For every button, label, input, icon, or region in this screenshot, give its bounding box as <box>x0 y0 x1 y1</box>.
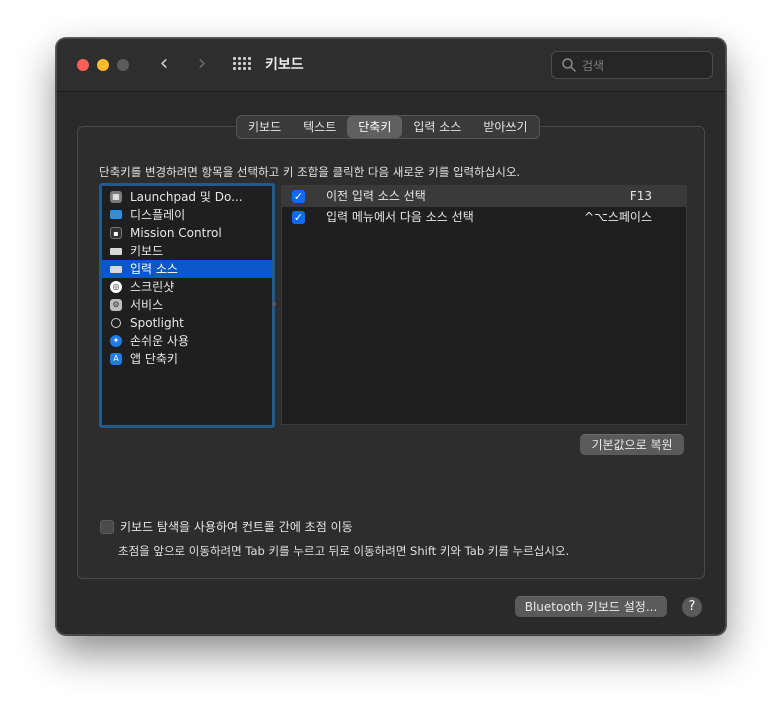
tab-keyboard[interactable]: 키보드 <box>237 116 292 138</box>
spotlight-icon <box>111 318 121 328</box>
show-all-grid-icon[interactable] <box>233 57 251 73</box>
category-launchpad[interactable]: ▦ Launchpad 및 Do... <box>102 188 272 206</box>
shortcut-row[interactable]: ✓ 이전 입력 소스 선택 F13 <box>282 186 686 207</box>
help-button[interactable]: ? <box>682 597 702 617</box>
shortcut-table: ✓ 이전 입력 소스 선택 F13 ✓ 입력 메뉴에서 다음 소스 선택 ^⌥스… <box>281 185 687 425</box>
category-input-sources[interactable]: 입력 소스 <box>102 260 272 278</box>
accessibility-icon: ✦ <box>110 335 122 347</box>
tab-shortcuts[interactable]: 단축키 <box>347 116 403 138</box>
category-services[interactable]: ⚙ 서비스 <box>102 296 272 314</box>
keyboard-navigation-label: 키보드 탐색을 사용하여 컨트롤 간에 초점 이동 <box>120 520 353 534</box>
shortcut-enabled-checkbox[interactable]: ✓ <box>292 190 305 203</box>
gear-icon: ⚙ <box>110 299 122 311</box>
zoom-window-button[interactable] <box>117 59 129 71</box>
forward-arrow-icon[interactable]: › <box>191 53 213 75</box>
mission-control-icon: ▪ <box>110 227 122 239</box>
shortcut-enabled-checkbox[interactable]: ✓ <box>292 211 305 224</box>
close-window-button[interactable] <box>77 59 89 71</box>
search-icon <box>562 58 576 72</box>
category-keyboard[interactable]: 키보드 <box>102 242 272 260</box>
minimize-window-button[interactable] <box>97 59 109 71</box>
category-accessibility[interactable]: ✦ 손쉬운 사용 <box>102 332 272 350</box>
restore-defaults-button[interactable]: 기본값으로 복원 <box>580 434 684 455</box>
launchpad-icon: ▦ <box>110 191 122 203</box>
shortcut-row[interactable]: ✓ 입력 메뉴에서 다음 소스 선택 ^⌥스페이스 <box>282 207 686 228</box>
tab-dictation[interactable]: 받아쓰기 <box>472 116 538 138</box>
keyboard-icon <box>110 248 122 255</box>
instruction-text: 단축키를 변경하려면 항목을 선택하고 키 조합을 클릭한 다음 새로운 키를 … <box>99 165 521 179</box>
titlebar: ‹ › 키보드 <box>57 39 725 92</box>
keyboard-navigation-checkbox[interactable] <box>100 520 114 534</box>
category-display[interactable]: 디스플레이 <box>102 206 272 224</box>
screenshot-icon: ◎ <box>110 281 122 293</box>
category-screenshot[interactable]: ◎ 스크린샷 <box>102 278 272 296</box>
search-field[interactable] <box>551 51 713 79</box>
shortcut-label: 입력 메뉴에서 다음 소스 선택 <box>326 210 474 224</box>
bluetooth-keyboard-setup-button[interactable]: Bluetooth 키보드 설정... <box>515 596 667 617</box>
search-input[interactable] <box>580 56 704 76</box>
display-icon <box>110 210 122 219</box>
category-app-shortcuts[interactable]: A 앱 단축키 <box>102 350 272 368</box>
window-title: 키보드 <box>265 57 304 73</box>
category-mission-control[interactable]: ▪ Mission Control <box>102 224 272 242</box>
tab-input-sources[interactable]: 입력 소스 <box>402 116 472 138</box>
back-arrow-icon[interactable]: ‹ <box>153 53 175 75</box>
shortcut-category-list[interactable]: ▦ Launchpad 및 Do... 디스플레이 ▪ Mission Cont… <box>99 183 275 428</box>
tab-bar: 키보드 텍스트 단축키 입력 소스 받아쓰기 <box>236 115 540 139</box>
input-source-icon <box>110 266 122 273</box>
keyboard-navigation-help: 초점을 앞으로 이동하려면 Tab 키를 누르고 뒤로 이동하려면 Shift … <box>118 544 570 558</box>
shortcut-label: 이전 입력 소스 선택 <box>326 189 426 203</box>
shortcut-key[interactable]: ^⌥스페이스 <box>584 207 652 228</box>
splitter-handle[interactable] <box>272 302 276 306</box>
shortcut-key[interactable]: F13 <box>630 186 652 207</box>
category-spotlight[interactable]: Spotlight <box>102 314 272 332</box>
tab-text[interactable]: 텍스트 <box>292 116 347 138</box>
app-store-icon: A <box>110 353 122 365</box>
system-preferences-window: ‹ › 키보드 키보드 텍스트 단축키 입력 소스 받아쓰기 단축키를 변경하려… <box>56 38 726 635</box>
